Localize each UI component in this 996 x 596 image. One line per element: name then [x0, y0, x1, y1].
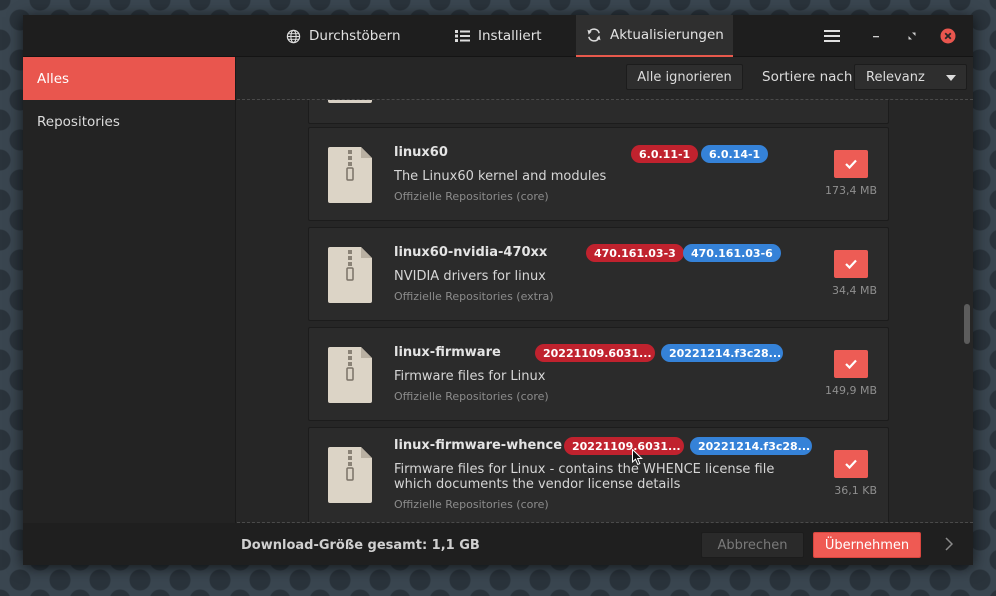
- new-version-badge: 20221214.f3c28...: [661, 344, 783, 362]
- new-version-badge: 470.161.03-6: [683, 244, 781, 262]
- package-name: linux-firmware-whence: [394, 438, 563, 453]
- chevron-right-icon: [945, 537, 953, 551]
- package-description: The Linux60 kernel and modules: [394, 169, 607, 184]
- sidebar-item-label: Alles: [37, 70, 70, 87]
- maximize-button[interactable]: [903, 27, 921, 45]
- tab-installed-label: Installiert: [478, 28, 542, 44]
- scrollbar-thumb[interactable]: [964, 304, 970, 344]
- tab-installed[interactable]: Installiert: [443, 15, 583, 57]
- new-version-badge: 6.0.14-1: [701, 145, 769, 163]
- details-button[interactable]: [941, 536, 957, 552]
- package-repository: Offizielle Repositories (core): [394, 190, 549, 203]
- minimize-button[interactable]: [867, 27, 885, 45]
- select-checkbox[interactable]: [834, 450, 868, 478]
- package-archive-icon: [328, 247, 372, 303]
- tab-updates-label: Aktualisierungen: [610, 27, 724, 43]
- old-version-badge: 20221109.6031...: [564, 437, 684, 455]
- old-version-badge: 6.0.11-1: [631, 145, 699, 163]
- chevron-down-icon: [946, 75, 956, 81]
- select-checkbox[interactable]: [834, 150, 868, 178]
- package-name: linux60: [394, 145, 448, 160]
- sidebar: Alles Repositories: [23, 57, 236, 523]
- list-icon: [454, 28, 470, 44]
- old-version-badge: 20221109.6031...: [535, 344, 655, 362]
- globe-icon: [285, 28, 301, 44]
- package-name: linux-firmware: [394, 345, 501, 360]
- ignore-all-label: Alle ignorieren: [637, 69, 732, 85]
- checkmark-icon: [845, 359, 857, 369]
- package-archive-icon: [328, 147, 372, 203]
- minimize-icon: [873, 36, 879, 38]
- old-version-badge: 470.161.03-3: [586, 244, 684, 262]
- apply-button[interactable]: Übernehmen: [813, 532, 921, 558]
- package-repository: Offizielle Repositories (core): [394, 498, 549, 511]
- close-icon: [940, 28, 956, 44]
- package-size: 149,9 MB: [824, 384, 877, 397]
- select-checkbox[interactable]: [834, 350, 868, 378]
- package-name: linux60-nvidia-470xx: [394, 245, 548, 260]
- package-description-line1: Firmware files for Linux - contains the …: [394, 462, 775, 477]
- refresh-icon: [586, 27, 602, 43]
- sidebar-item-repositories[interactable]: Repositories: [23, 100, 235, 143]
- package-repository: Offizielle Repositories (extra): [394, 290, 554, 303]
- package-card-linux-firmware[interactable]: linux-firmware 20221109.6031... 20221214…: [308, 327, 889, 421]
- package-card-linux60-nvidia-470xx[interactable]: linux60-nvidia-470xx 470.161.03-3 470.16…: [308, 227, 889, 321]
- package-archive-icon: [328, 447, 372, 503]
- pamac-window: Durchstöbern Installiert Aktualisierunge…: [23, 15, 973, 565]
- package-size: 36,1 KB: [834, 484, 877, 497]
- cancel-label: Abbrechen: [717, 537, 788, 553]
- update-list[interactable]: linux60 6.0.11-1 6.0.14-1 The Linux60 ke…: [237, 99, 973, 523]
- package-description: Firmware files for Linux: [394, 369, 546, 384]
- package-description-line2: which documents the vendor license detai…: [394, 477, 681, 492]
- list-item[interactable]: [308, 100, 889, 124]
- sort-dropdown[interactable]: Relevanz: [854, 64, 967, 90]
- close-button[interactable]: [939, 27, 957, 45]
- package-card-linux-firmware-whence[interactable]: linux-firmware-whence 20221109.6031... 2…: [308, 427, 889, 522]
- sort-value: Relevanz: [866, 69, 925, 85]
- apply-label: Übernehmen: [824, 537, 910, 553]
- download-total: Download-Größe gesamt: 1,1 GB: [241, 538, 480, 553]
- package-repository: Offizielle Repositories (core): [394, 390, 549, 403]
- new-version-badge: 20221214.f3c28...: [690, 437, 812, 455]
- update-toolbar: Alle ignorieren Sortiere nach Relevanz: [237, 57, 973, 99]
- package-card-linux60[interactable]: linux60 6.0.11-1 6.0.14-1 The Linux60 ke…: [308, 127, 889, 221]
- checkmark-icon: [845, 259, 857, 269]
- cancel-button[interactable]: Abbrechen: [701, 532, 804, 558]
- tab-browse-label: Durchstöbern: [309, 28, 401, 44]
- sort-label: Sortiere nach: [762, 69, 853, 85]
- header-bar: Durchstöbern Installiert Aktualisierunge…: [23, 15, 973, 57]
- sidebar-item-label: Repositories: [37, 113, 120, 130]
- package-icon: [328, 100, 372, 103]
- package-size: 173,4 MB: [824, 184, 877, 197]
- ignore-all-button[interactable]: Alle ignorieren: [626, 64, 743, 90]
- sidebar-item-all[interactable]: Alles: [23, 57, 235, 100]
- hamburger-icon: [824, 30, 840, 42]
- package-archive-icon: [328, 347, 372, 403]
- maximize-icon: [908, 32, 916, 40]
- checkmark-icon: [845, 459, 857, 469]
- checkmark-icon: [845, 159, 857, 169]
- footer-bar: Download-Größe gesamt: 1,1 GB Abbrechen …: [23, 523, 973, 565]
- package-size: 34,4 MB: [831, 284, 877, 297]
- hamburger-menu-button[interactable]: [823, 27, 841, 45]
- tab-browse[interactable]: Durchstöbern: [275, 15, 433, 57]
- mouse-cursor-icon: [632, 449, 643, 466]
- tab-updates[interactable]: Aktualisierungen: [576, 15, 733, 57]
- package-description: NVIDIA drivers for linux: [394, 269, 546, 284]
- select-checkbox[interactable]: [834, 250, 868, 278]
